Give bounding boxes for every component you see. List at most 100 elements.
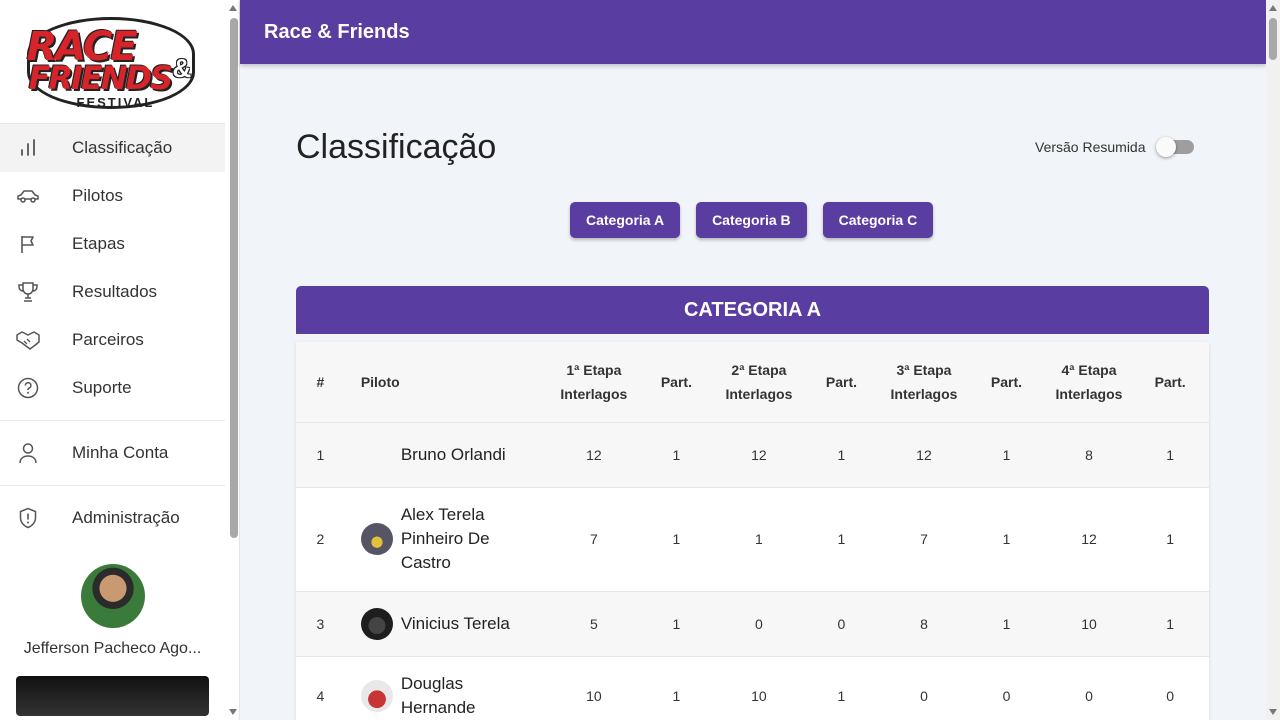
logo[interactable]: RACE & FRIENDS FESTIVAL (0, 0, 225, 124)
table-cell: 1 (1131, 486, 1209, 591)
table-cell: 0 (716, 590, 802, 656)
table-cell: 1 (636, 486, 717, 591)
table-cell: 0 (801, 590, 882, 656)
category-a-button[interactable]: Categoria A (570, 202, 681, 238)
column-header[interactable]: Part. (966, 342, 1047, 422)
pilot-name[interactable]: Bruno Orlandi (401, 443, 506, 467)
avatar (80, 564, 145, 628)
page-scrollbar[interactable] (1266, 0, 1280, 720)
table-cell: 1 (801, 655, 882, 720)
handshake-icon (16, 328, 40, 352)
position-cell: 2 (296, 486, 345, 591)
bar-chart-icon (16, 136, 40, 160)
table-row[interactable]: 1 Bruno Orlandi 12 1 12 1 12 1 8 1 (296, 421, 1209, 487)
column-header[interactable]: Part. (1131, 342, 1209, 422)
position-cell: 1 (296, 421, 345, 487)
table-cell: 1 (801, 486, 882, 591)
toggle-knob[interactable] (1155, 137, 1176, 157)
car-icon (16, 184, 40, 208)
table-cell: 7 (551, 486, 637, 591)
scroll-up-arrow-icon[interactable] (1269, 5, 1277, 11)
table-row[interactable]: 2 Alex Terela Pinheiro De Castro 7 1 1 1… (296, 486, 1209, 591)
race-and-friends-logo: RACE & FRIENDS FESTIVAL (21, 15, 205, 110)
pilot-avatar (361, 439, 393, 471)
sidebar-item-administracao[interactable]: Administração (0, 494, 225, 542)
table-cell: 1 (801, 421, 882, 487)
app-header: Race & Friends (240, 0, 1266, 64)
table-cell: 0 (966, 655, 1047, 720)
scroll-down-arrow-icon[interactable] (229, 709, 237, 715)
summary-toggle[interactable]: Versão Resumida (1035, 137, 1194, 157)
trophy-icon (16, 280, 40, 304)
table-cell: 12 (716, 421, 802, 487)
scroll-up-arrow-icon[interactable] (229, 5, 237, 11)
divider (0, 485, 225, 486)
pilot-cell: Vinicius Terela (360, 607, 552, 640)
category-c-button[interactable]: Categoria C (822, 202, 934, 238)
sidebar-item-label: Pilotos (72, 186, 124, 205)
table-cell: 12 (881, 421, 967, 487)
help-circle-icon (16, 376, 40, 400)
pilot-name[interactable]: Alex Terela Pinheiro De Castro (401, 503, 511, 575)
category-title: CATEGORIA A (296, 286, 1209, 334)
table-cell: 8 (881, 590, 967, 656)
flag-icon (16, 232, 40, 256)
toggle-switch[interactable] (1155, 137, 1194, 157)
table-cell: 12 (551, 421, 637, 487)
toggle-label: Versão Resumida (1035, 139, 1146, 155)
sidebar-item-pilotos[interactable]: Pilotos (0, 172, 225, 220)
column-header[interactable]: 3ª Etapa Interlagos (882, 342, 966, 422)
scrollbar-thumb[interactable] (230, 18, 238, 538)
table-row[interactable]: 4 Douglas Hernande 10 1 10 1 0 0 0 0 (296, 655, 1209, 720)
page-title: Classificação (296, 128, 497, 166)
table-cell: 0 (1131, 655, 1209, 720)
column-header[interactable]: Part. (636, 342, 717, 422)
column-header[interactable]: # (296, 342, 345, 422)
sidebar: RACE & FRIENDS FESTIVAL Classificação Pi… (0, 0, 240, 720)
divider (0, 420, 225, 421)
table-cell: 1 (966, 486, 1047, 591)
pilot-cell: Bruno Orlandi (361, 439, 552, 471)
pilot-cell: Douglas Hernande (360, 672, 552, 720)
scrollbar-thumb[interactable] (1269, 18, 1277, 60)
scroll-down-arrow-icon[interactable] (1269, 709, 1277, 715)
table-cell: 5 (551, 590, 637, 656)
user-profile[interactable]: Jefferson Pacheco Ago... (0, 542, 225, 716)
shield-icon (16, 506, 40, 530)
pilot-avatar (360, 523, 393, 555)
table-row[interactable]: 3 Vinicius Terela 5 1 0 0 8 1 10 1 (296, 590, 1209, 656)
sidebar-item-suporte[interactable]: Suporte (0, 364, 225, 412)
standings-table: # Piloto 1ª Etapa Interlagos Part. 2ª Et… (296, 342, 1209, 720)
table-cell: 1 (966, 590, 1047, 656)
column-header[interactable]: Part. (801, 342, 882, 422)
table-header-row: # Piloto 1ª Etapa Interlagos Part. 2ª Et… (296, 342, 1209, 422)
table-cell: 1 (966, 421, 1047, 487)
table-cell: 10 (1046, 590, 1132, 656)
profile-name: Jefferson Pacheco Ago... (23, 640, 202, 657)
sidebar-item-etapas[interactable]: Etapas (0, 220, 225, 268)
sidebar-item-label: Etapas (72, 234, 125, 253)
column-header[interactable]: 4ª Etapa Interlagos (1047, 342, 1131, 422)
sidebar-item-label: Resultados (72, 282, 158, 301)
pilot-name[interactable]: Vinicius Terela (401, 612, 510, 636)
table-cell: 1 (636, 590, 717, 656)
pilot-avatar (360, 680, 393, 713)
column-header[interactable]: Piloto (345, 342, 552, 422)
sidebar-item-classificacao[interactable]: Classificação (0, 124, 225, 172)
sidebar-item-resultados[interactable]: Resultados (0, 268, 225, 316)
position-cell: 3 (296, 590, 345, 656)
position-cell: 4 (296, 655, 345, 720)
main-content: Classificação Versão Resumida Categoria … (240, 64, 1266, 720)
sidebar-nav: Classificação Pilotos Etapas Resultados … (0, 124, 225, 542)
sidebar-item-minha-conta[interactable]: Minha Conta (0, 429, 225, 477)
pilot-name[interactable]: Douglas Hernande (401, 672, 491, 720)
column-header[interactable]: 1ª Etapa Interlagos (552, 342, 636, 422)
table-cell: 1 (1131, 421, 1209, 487)
category-b-button[interactable]: Categoria B (696, 202, 807, 238)
table-cell: 1 (716, 486, 802, 591)
column-header[interactable]: 2ª Etapa Interlagos (717, 342, 801, 422)
sidebar-scrollbar[interactable] (226, 0, 239, 720)
sidebar-item-label: Classificação (72, 138, 173, 157)
app-title: Race & Friends (264, 20, 410, 43)
sidebar-item-parceiros[interactable]: Parceiros (0, 316, 225, 364)
